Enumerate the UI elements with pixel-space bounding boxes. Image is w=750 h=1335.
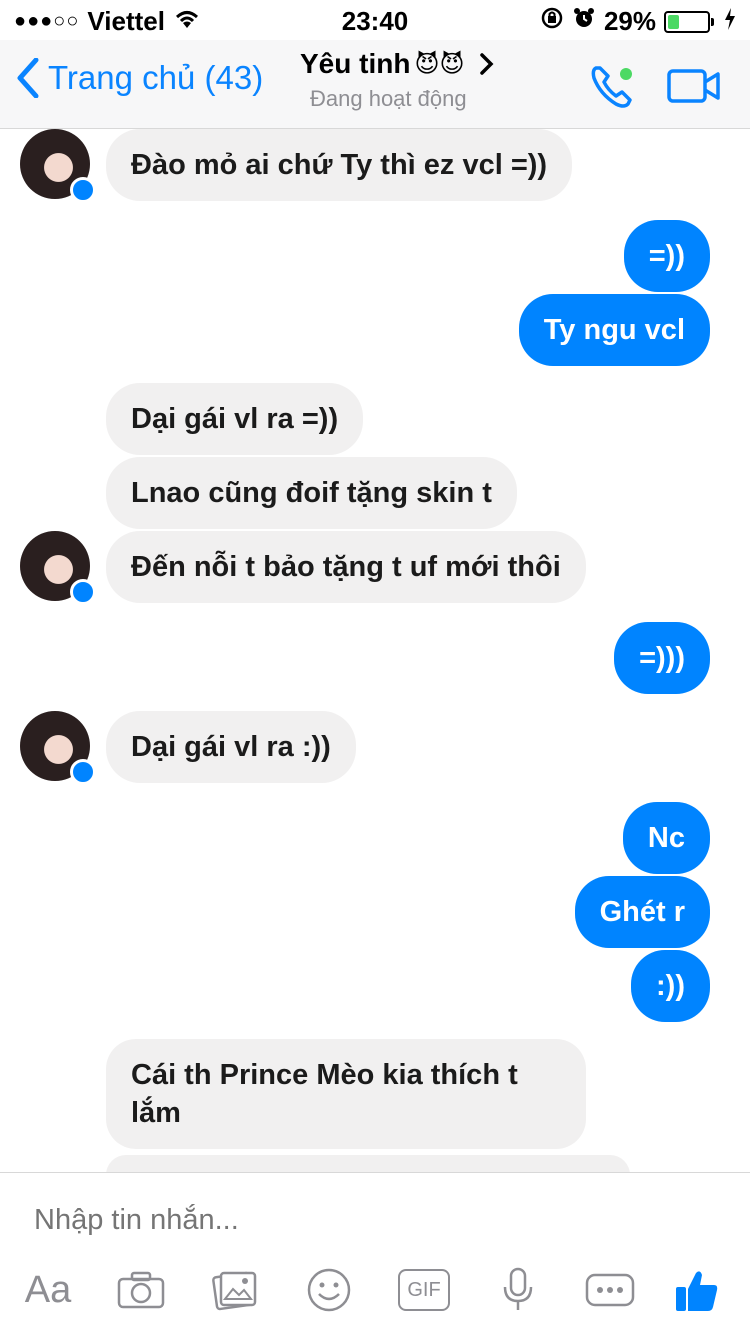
mic-icon[interactable]	[496, 1265, 540, 1315]
message-bubble-incoming[interactable]: Dại gái vl ra :))	[106, 711, 356, 783]
contact-emoji: 😈😈	[414, 50, 465, 78]
message-bubble-incoming[interactable]: Lnao cũng đoif tặng skin t	[106, 457, 517, 529]
back-button[interactable]: Trang chủ (43)	[16, 58, 263, 98]
messenger-badge-icon	[70, 759, 96, 785]
status-bar: ●●●○○ Viettel 23:40 29%	[0, 0, 750, 40]
contact-title[interactable]: Yêu tinh 😈😈 Đang hoạt động	[300, 48, 510, 112]
chevron-right-icon	[479, 53, 493, 75]
image-icon[interactable]	[210, 1265, 260, 1315]
contact-avatar[interactable]	[20, 129, 96, 203]
lock-rotation-icon	[540, 6, 564, 37]
alarm-icon	[572, 6, 596, 37]
contact-avatar[interactable]	[20, 531, 96, 605]
active-status: Đang hoạt động	[310, 86, 467, 111]
message-bubble-incoming[interactable]: Đến nỗi t bảo tặng t uf mới thôi	[106, 531, 586, 603]
message-bubble-incoming[interactable]: Đào mỏ ai chứ Ty thì ez vcl =))	[106, 129, 573, 201]
contact-name: Yêu tinh	[300, 48, 411, 79]
message-bubble-incoming[interactable]: Cái th Prince Mèo kia thích t lắm	[106, 1039, 586, 1149]
gif-button[interactable]: GIF	[396, 1265, 452, 1315]
message-bubble-outgoing[interactable]: Ghét r	[574, 876, 710, 948]
video-icon[interactable]	[666, 68, 722, 109]
message-list[interactable]: Đào mỏ ai chứ Ty thì ez vcl =)) =)) Ty n…	[0, 129, 750, 1172]
conversation-header: Trang chủ (43) Yêu tinh 😈😈 Đang hoạt độn…	[0, 40, 750, 129]
contact-avatar[interactable]	[20, 711, 96, 785]
text-format-button[interactable]: Aa	[20, 1265, 76, 1315]
battery-percent: 29%	[603, 6, 656, 36]
composer-toolbar: Aa GIF	[0, 1265, 750, 1325]
back-label: Trang chủ (43)	[48, 59, 264, 96]
camera-icon[interactable]	[114, 1265, 168, 1315]
message-bubble-incoming[interactable]: Dại gái vl ra =))	[106, 383, 364, 455]
message-bubble-outgoing[interactable]: :))	[631, 950, 710, 1022]
message-bubble-outgoing[interactable]: Nc	[622, 802, 710, 874]
charging-icon	[724, 6, 736, 37]
emoji-icon[interactable]	[304, 1265, 354, 1315]
message-bubble-outgoing[interactable]: =))	[623, 220, 710, 292]
back-chevron-icon	[17, 58, 39, 98]
messenger-badge-icon	[70, 579, 96, 605]
phone-icon[interactable]	[588, 62, 638, 115]
message-bubble-incoming-partial[interactable]	[106, 1155, 630, 1172]
composer: Aa GIF	[0, 1172, 750, 1335]
messenger-badge-icon	[70, 177, 96, 203]
message-input[interactable]	[32, 1203, 636, 1238]
like-icon[interactable]	[672, 1265, 722, 1315]
gif-label: GIF	[407, 1278, 441, 1301]
status-right: 29%	[540, 6, 736, 37]
message-bubble-outgoing[interactable]: Ty ngu vcl	[518, 294, 710, 366]
battery-icon	[664, 10, 714, 33]
message-bubble-outgoing[interactable]: =)))	[614, 622, 710, 694]
text-format-label: Aa	[24, 1268, 72, 1311]
more-icon[interactable]	[584, 1265, 636, 1315]
